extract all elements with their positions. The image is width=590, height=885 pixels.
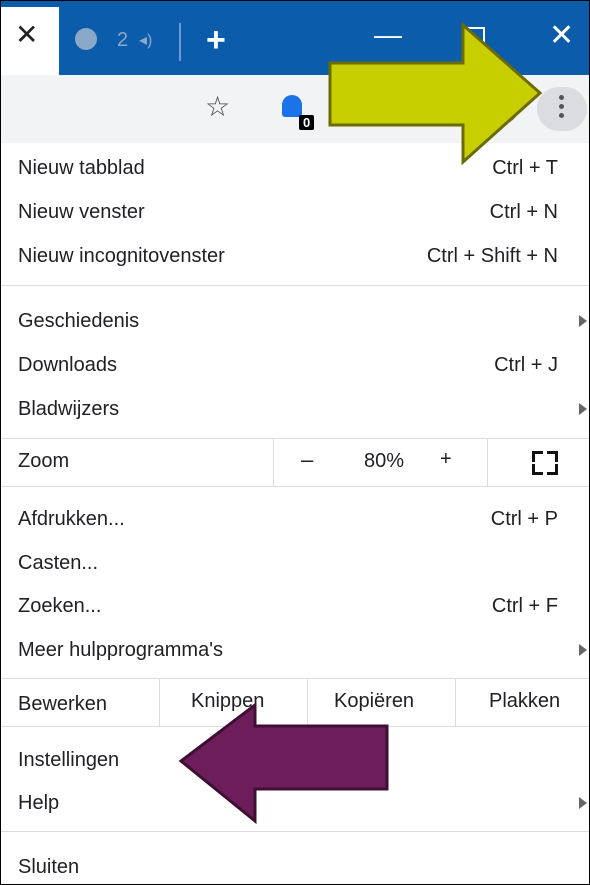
zoom-in-button[interactable]: + — [440, 448, 452, 471]
bookmark-star-icon[interactable]: ☆ — [205, 93, 230, 121]
fullscreen-icon[interactable] — [532, 451, 558, 475]
extension-badge: 0 — [299, 115, 315, 130]
menu-item-find[interactable]: Zoeken... Ctrl + F — [1, 583, 589, 627]
menu-item-new-incognito[interactable]: Nieuw incognitovenster Ctrl + Shift + N — [1, 233, 589, 277]
menu-separator — [1, 438, 589, 439]
edit-divider — [159, 678, 160, 726]
menu-item-label: Bladwijzers — [18, 398, 120, 420]
zoom-out-button[interactable]: – — [301, 447, 313, 473]
menu-item-cast[interactable]: Casten... — [1, 540, 589, 584]
menu-item-label: Geschiedenis — [18, 310, 140, 332]
edit-label: Bewerken — [18, 693, 107, 715]
paste-button[interactable]: Plakken — [489, 690, 560, 713]
submenu-arrow-icon — [579, 797, 587, 809]
zoom-divider — [273, 438, 274, 486]
menu-separator — [1, 831, 589, 832]
globe-icon — [75, 28, 97, 50]
zoom-label: Zoom — [18, 450, 70, 472]
tab-title: 2 — [117, 29, 129, 51]
menu-item-label: Zoeken... — [18, 595, 102, 617]
close-window-button[interactable]: ✕ — [549, 21, 574, 51]
zoom-divider — [487, 438, 488, 486]
menu-item-history[interactable]: Geschiedenis — [1, 298, 589, 342]
yellow-arrow-icon — [328, 21, 543, 166]
edit-divider — [455, 678, 456, 726]
menu-separator — [1, 285, 589, 286]
more-vert-icon — [559, 95, 565, 123]
close-tab-icon[interactable]: ✕ — [15, 21, 38, 49]
menu-item-downloads[interactable]: Downloads Ctrl + J — [1, 342, 589, 386]
purple-arrow-icon — [178, 701, 389, 825]
submenu-arrow-icon — [579, 403, 587, 415]
menu-item-label: Sluiten — [18, 856, 80, 878]
menu-separator — [1, 486, 589, 487]
browser-window: ✕ 2 ◂) + — ✕ ☆ 0 Nieuw tabblad Ctrl + T … — [0, 0, 590, 885]
menu-item-label: Instellingen — [18, 749, 120, 771]
menu-item-label: Downloads — [18, 354, 117, 376]
zoom-level: 80% — [364, 450, 405, 472]
menu-item-label: Nieuw venster — [18, 201, 145, 223]
menu-item-new-window[interactable]: Nieuw venster Ctrl + N — [1, 189, 589, 233]
menu-item-shortcut: Ctrl + Shift + N — [426, 245, 558, 267]
menu-item-label: Afdrukken... — [18, 508, 125, 530]
menu-item-label: Help — [18, 792, 60, 814]
submenu-arrow-icon — [579, 644, 587, 656]
menu-item-shortcut: Ctrl + F — [491, 595, 558, 617]
new-tab-button[interactable]: + — [206, 23, 226, 57]
tab-divider — [179, 23, 181, 61]
menu-item-bookmarks[interactable]: Bladwijzers — [1, 386, 589, 430]
menu-item-label: Meer hulpprogramma's — [18, 639, 224, 661]
menu-item-label: Casten... — [18, 552, 99, 574]
menu-item-exit[interactable]: Sluiten — [1, 844, 589, 884]
menu-item-more-tools[interactable]: Meer hulpprogramma's — [1, 627, 589, 671]
menu-item-shortcut: Ctrl + J — [494, 354, 558, 376]
menu-separator — [1, 678, 589, 679]
submenu-arrow-icon — [579, 315, 587, 327]
menu-item-shortcut: Ctrl + P — [490, 508, 558, 530]
menu-item-label: Nieuw incognitovenster — [18, 245, 225, 267]
audio-icon[interactable]: ◂) — [139, 30, 152, 50]
menu-item-print[interactable]: Afdrukken... Ctrl + P — [1, 496, 589, 540]
menu-item-label: Nieuw tabblad — [18, 157, 145, 179]
menu-item-shortcut: Ctrl + N — [489, 201, 558, 223]
